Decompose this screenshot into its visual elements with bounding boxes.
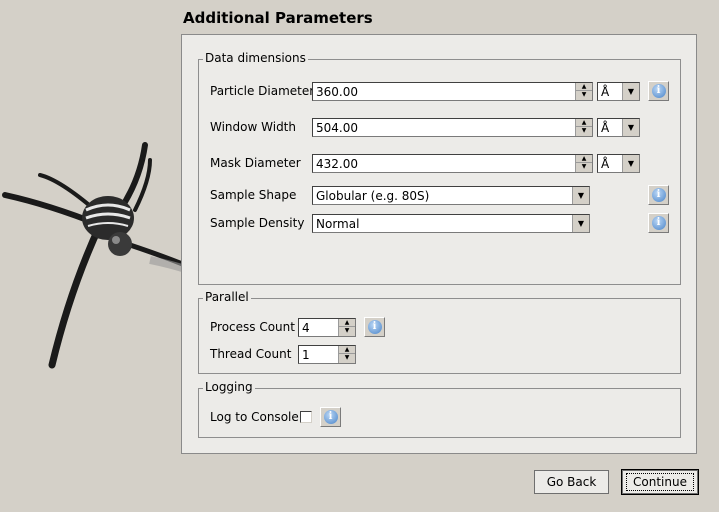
logging-group: Logging Log to Console i (198, 380, 681, 438)
window-width-unit-select[interactable]: Å ▼ (597, 118, 640, 137)
log-to-console-label: Log to Console (210, 410, 299, 424)
sample-density-value: Normal (316, 217, 360, 231)
spin-down-icon[interactable]: ▼ (576, 163, 592, 171)
info-icon: i (323, 410, 338, 424)
sample-shape-select[interactable]: Globular (e.g. 80S) ▼ (312, 186, 590, 205)
window-width-spin-buttons[interactable]: ▲ ▼ (575, 119, 592, 136)
continue-button-label: Continue (626, 473, 694, 491)
data-dimensions-legend: Data dimensions (203, 51, 308, 65)
dropdown-arrow-icon[interactable]: ▼ (572, 187, 589, 204)
spin-down-icon[interactable]: ▼ (339, 327, 355, 335)
particle-diameter-unit-select[interactable]: Å ▼ (597, 82, 640, 101)
particle-diameter-spin-buttons[interactable]: ▲ ▼ (575, 83, 592, 100)
process-count-label: Process Count (210, 320, 295, 334)
spin-down-icon[interactable]: ▼ (576, 91, 592, 99)
process-count-spin-buttons[interactable]: ▲ ▼ (338, 319, 355, 336)
continue-button[interactable]: Continue (621, 469, 699, 495)
log-to-console-checkbox[interactable] (300, 411, 312, 423)
dropdown-arrow-icon[interactable]: ▼ (572, 215, 589, 232)
window-width-spinner[interactable]: 504.00 ▲ ▼ (312, 118, 593, 137)
info-icon: i (367, 320, 382, 334)
dropdown-arrow-icon[interactable]: ▼ (622, 155, 639, 172)
dropdown-arrow-icon[interactable]: ▼ (622, 119, 639, 136)
mask-diameter-value[interactable]: 432.00 (316, 157, 358, 171)
info-icon: i (651, 84, 666, 98)
go-back-button[interactable]: Go Back (534, 470, 609, 494)
parameters-panel: Data dimensions Particle Diameter 360.00… (181, 34, 697, 454)
logging-legend: Logging (203, 380, 255, 394)
parallel-legend: Parallel (203, 290, 251, 304)
thread-count-label: Thread Count (210, 347, 292, 361)
mask-diameter-unit: Å (601, 157, 610, 171)
particle-diameter-info-button[interactable]: i (648, 81, 669, 101)
particle-diameter-label: Particle Diameter (210, 84, 315, 98)
parallel-group: Parallel Process Count 4 ▲ ▼ i Thread Co… (198, 290, 681, 374)
sample-density-info-button[interactable]: i (648, 213, 669, 233)
mask-diameter-spinner[interactable]: 432.00 ▲ ▼ (312, 154, 593, 173)
process-count-info-button[interactable]: i (364, 317, 385, 337)
sample-shape-value: Globular (e.g. 80S) (316, 189, 430, 203)
window-width-value[interactable]: 504.00 (316, 121, 358, 135)
mask-diameter-label: Mask Diameter (210, 156, 301, 170)
thread-count-value[interactable]: 1 (302, 348, 310, 362)
process-count-value[interactable]: 4 (302, 321, 310, 335)
spin-up-icon[interactable]: ▲ (576, 119, 592, 127)
sample-density-label: Sample Density (210, 216, 305, 230)
spin-up-icon[interactable]: ▲ (576, 155, 592, 163)
data-dimensions-group: Data dimensions Particle Diameter 360.00… (198, 51, 681, 285)
mask-diameter-spin-buttons[interactable]: ▲ ▼ (575, 155, 592, 172)
mask-diameter-unit-select[interactable]: Å ▼ (597, 154, 640, 173)
spin-up-icon[interactable]: ▲ (576, 83, 592, 91)
spin-up-icon[interactable]: ▲ (339, 346, 355, 354)
particle-diameter-unit: Å (601, 85, 610, 99)
sample-shape-info-button[interactable]: i (648, 185, 669, 205)
thread-count-spin-buttons[interactable]: ▲ ▼ (338, 346, 355, 363)
particle-diameter-value[interactable]: 360.00 (316, 85, 358, 99)
sample-density-select[interactable]: Normal ▼ (312, 214, 590, 233)
spin-down-icon[interactable]: ▼ (576, 127, 592, 135)
info-icon: i (651, 188, 666, 202)
window-width-label: Window Width (210, 120, 296, 134)
page-title: Additional Parameters (183, 9, 373, 27)
process-count-spinner[interactable]: 4 ▲ ▼ (298, 318, 356, 337)
thread-count-spinner[interactable]: 1 ▲ ▼ (298, 345, 356, 364)
sample-shape-label: Sample Shape (210, 188, 297, 202)
log-to-console-info-button[interactable]: i (320, 407, 341, 427)
dropdown-arrow-icon[interactable]: ▼ (622, 83, 639, 100)
info-icon: i (651, 216, 666, 230)
particle-diameter-spinner[interactable]: 360.00 ▲ ▼ (312, 82, 593, 101)
spin-down-icon[interactable]: ▼ (339, 354, 355, 362)
window-width-unit: Å (601, 121, 610, 135)
spin-up-icon[interactable]: ▲ (339, 319, 355, 327)
